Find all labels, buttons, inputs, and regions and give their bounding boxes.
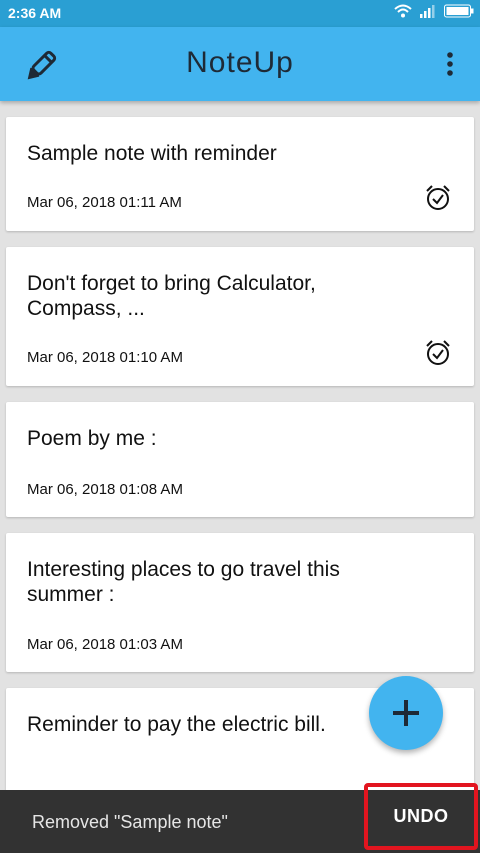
note-date: Mar 06, 2018 01:08 AM xyxy=(27,481,183,498)
note-title: Don't forget to bring Calculator, Compas… xyxy=(27,272,316,320)
app-title: NoteUp xyxy=(186,46,294,79)
alarm-check-icon xyxy=(426,185,450,210)
note-card[interactable]: Don't forget to bring Calculator, Compas… xyxy=(6,247,474,386)
status-bar: 2:36 AM xyxy=(0,0,480,27)
note-title: Poem by me : xyxy=(27,427,157,450)
note-title: Reminder to pay the electric bill. xyxy=(27,713,326,736)
status-icons xyxy=(394,4,474,18)
signal-icon xyxy=(420,5,435,18)
note-card[interactable]: Poem by me : Mar 06, 2018 01:08 AM xyxy=(6,402,474,517)
note-date: Mar 06, 2018 01:03 AM xyxy=(27,636,183,653)
note-date: Mar 06, 2018 01:11 AM xyxy=(27,194,182,211)
plus-icon xyxy=(393,700,419,726)
undo-button[interactable]: UNDO xyxy=(364,783,478,850)
snackbar-message: Removed "Sample note" xyxy=(32,812,228,832)
alarm-check-icon xyxy=(426,340,450,365)
battery-icon xyxy=(444,4,474,18)
status-time: 2:36 AM xyxy=(8,5,62,21)
overflow-menu-button[interactable] xyxy=(438,49,462,79)
more-vert-icon xyxy=(447,52,453,76)
app-bar: NoteUp xyxy=(0,27,480,101)
wifi-icon xyxy=(394,4,412,18)
note-title: Sample note with reminder xyxy=(27,142,277,165)
note-title: Interesting places to go travel this sum… xyxy=(27,558,340,606)
note-date: Mar 06, 2018 01:10 AM xyxy=(27,349,183,366)
note-card[interactable]: Interesting places to go travel this sum… xyxy=(6,533,474,672)
add-note-button[interactable] xyxy=(369,676,443,750)
note-card[interactable]: Sample note with reminder Mar 06, 2018 0… xyxy=(6,117,474,231)
